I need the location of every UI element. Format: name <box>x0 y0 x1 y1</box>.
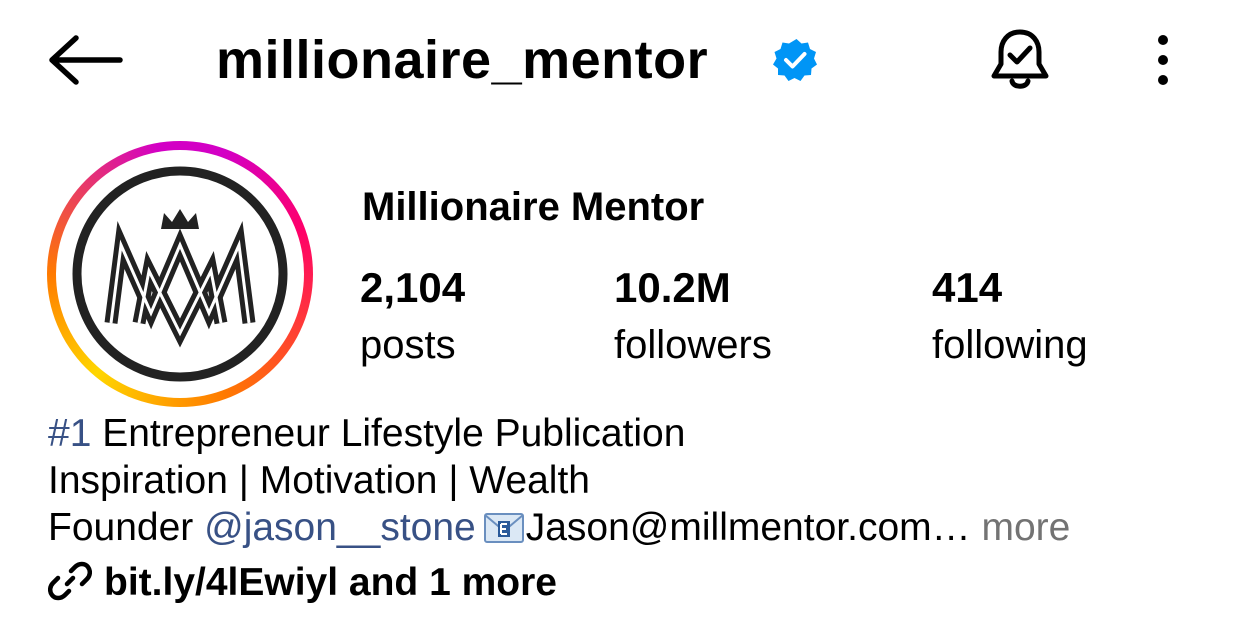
notifications-button[interactable] <box>985 24 1055 94</box>
profile-display-name: Millionaire Mentor <box>362 185 705 229</box>
bio-email: Jason@millmentor.com… <box>525 506 971 549</box>
bio-line-1-text: Entrepreneur Lifestyle Publication <box>91 412 686 455</box>
arrow-left-icon <box>49 35 123 85</box>
back-button[interactable] <box>40 30 130 90</box>
bio-mention-link[interactable]: @jason__stone <box>204 506 476 549</box>
following-label: following <box>932 323 1088 367</box>
profile-avatar[interactable] <box>47 141 313 407</box>
bio-more-link[interactable]: more <box>971 506 1070 549</box>
posts-label: posts <box>360 323 456 367</box>
profile-username: millionaire_mentor <box>216 30 709 90</box>
link-icon <box>47 559 93 603</box>
profile-link-text: bit.ly/4lEwiyl and 1 more <box>104 561 557 604</box>
posts-count: 2,104 <box>360 264 466 311</box>
bio-line-3: Founder @jason__stone Jason@millmentor.c… <box>48 505 1070 551</box>
bio-hashtag[interactable]: #1 <box>48 412 91 455</box>
followers-count-stat[interactable]: 10.2M followers <box>614 262 772 370</box>
avatar-logo <box>69 163 291 385</box>
email-icon <box>483 508 524 543</box>
posts-count-stat[interactable]: 2,104 posts <box>360 262 465 370</box>
bio-founder-prefix: Founder <box>48 506 205 549</box>
followers-label: followers <box>614 323 772 367</box>
following-count: 414 <box>932 264 1003 311</box>
avatar-ring-gap <box>56 150 304 398</box>
bio-line-2: Inspiration | Motivation | Wealth <box>48 459 590 502</box>
profile-link[interactable]: bit.ly/4lEwiyl and 1 more <box>47 558 557 608</box>
notification-bell-icon <box>991 29 1049 89</box>
more-options-button[interactable] <box>1140 30 1186 90</box>
followers-count: 10.2M <box>614 264 731 311</box>
verified-badge-icon <box>772 37 818 83</box>
more-vertical-icon <box>1158 35 1168 85</box>
following-count-stat[interactable]: 414 following <box>932 262 1088 370</box>
bio-line-1: #1 Entrepreneur Lifestyle Publication <box>48 411 685 457</box>
